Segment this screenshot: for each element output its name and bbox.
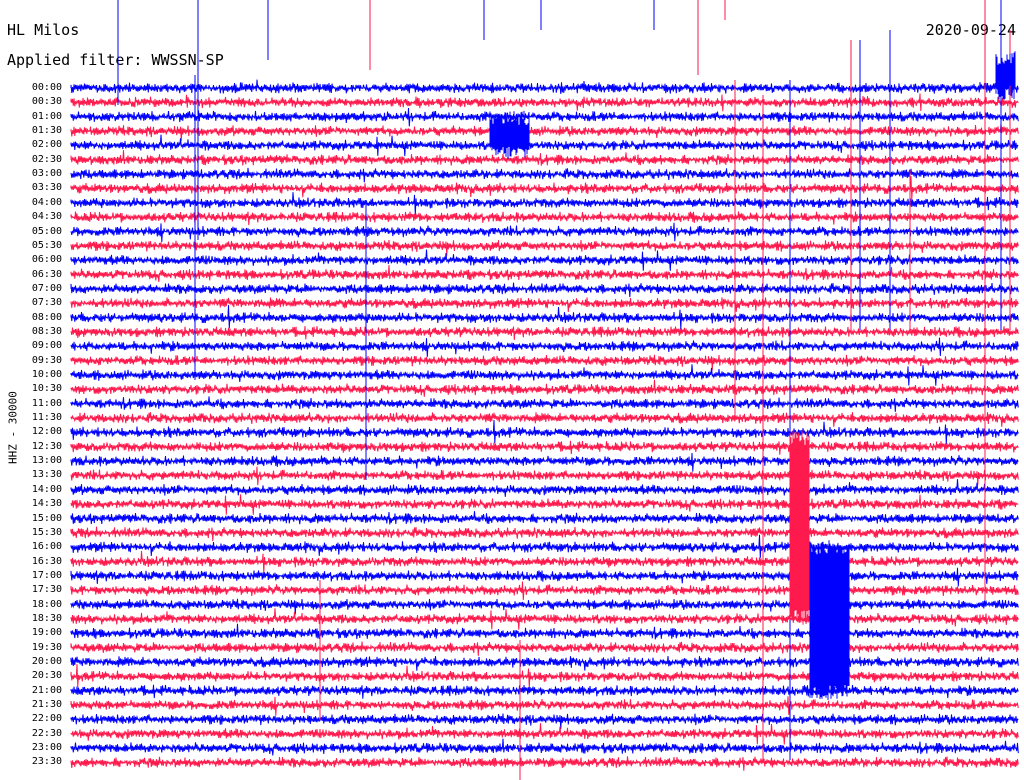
trace-row — [70, 239, 1019, 256]
trace-row — [70, 282, 1019, 298]
trace-row — [70, 713, 1019, 730]
trace-row — [70, 134, 1019, 157]
trace-row — [70, 598, 1019, 615]
trace-row — [70, 511, 1019, 525]
trace-row — [70, 738, 1019, 756]
trace-row — [70, 337, 1019, 357]
event-burst — [995, 50, 1016, 100]
trace-row — [70, 479, 1019, 497]
trace-row — [70, 663, 1019, 689]
trace-row — [70, 93, 1019, 112]
trace-row — [70, 440, 1019, 455]
trace-row — [70, 623, 1019, 640]
trace-row — [70, 79, 1019, 94]
trace-row — [70, 354, 1019, 371]
trace-row — [70, 150, 1019, 166]
trace-row — [70, 494, 1019, 515]
trace-row — [70, 466, 1019, 486]
trace-row — [70, 379, 1019, 397]
trace-row — [70, 249, 1019, 271]
trace-row — [70, 756, 1019, 771]
trace-row — [70, 412, 1019, 427]
trace-row — [70, 550, 1019, 574]
trace-row — [70, 684, 1019, 699]
trace-row — [70, 167, 1019, 183]
trace-row — [70, 723, 1019, 745]
trace-row — [70, 192, 1019, 215]
trace-row — [70, 696, 1019, 716]
trace-row — [70, 264, 1019, 283]
trace-row — [70, 656, 1019, 671]
trace-row — [70, 608, 1019, 630]
trace-row — [70, 325, 1019, 340]
trace-row — [70, 176, 1019, 200]
trace-row — [70, 107, 1019, 127]
trace-row — [70, 396, 1019, 412]
event-burst — [489, 110, 530, 159]
trace-row — [70, 581, 1019, 601]
event-burst — [789, 430, 810, 625]
trace-row — [70, 222, 1019, 243]
trace-row — [70, 211, 1019, 226]
trace-row — [70, 641, 1019, 656]
trace-row — [70, 364, 1019, 386]
trace-row — [70, 567, 1019, 587]
event-burst — [809, 540, 850, 700]
trace-row — [70, 305, 1019, 330]
trace-row — [70, 526, 1019, 542]
trace-row — [70, 123, 1019, 141]
trace-row — [70, 452, 1019, 472]
seismogram-plot — [70, 0, 1019, 780]
trace-row — [70, 297, 1019, 313]
trace-row — [70, 419, 1019, 445]
